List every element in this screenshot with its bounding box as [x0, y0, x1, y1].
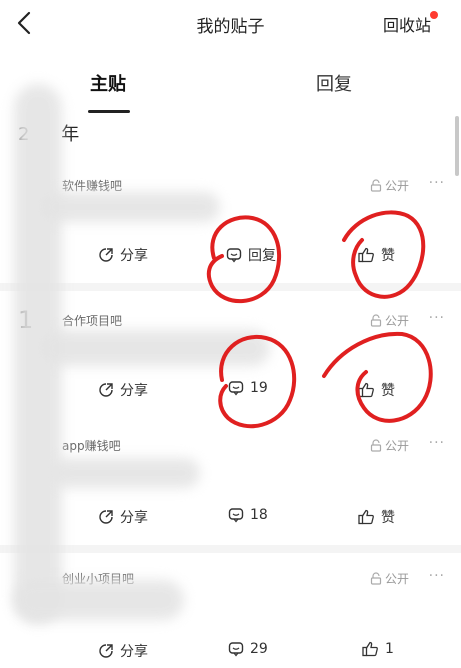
- more-icon[interactable]: ···: [429, 310, 445, 326]
- lock-icon: [370, 572, 382, 585]
- reply-button[interactable]: 18: [228, 507, 268, 523]
- visibility-badge: 公开: [370, 177, 409, 194]
- thumbs-up-icon: [358, 509, 374, 525]
- tab-bar: 主贴 回复: [0, 64, 461, 114]
- like-button[interactable]: 赞: [358, 507, 395, 527]
- comment-icon: [228, 508, 244, 523]
- more-icon[interactable]: ···: [429, 435, 445, 451]
- comment-icon: [228, 381, 244, 396]
- redaction-smudge: [50, 458, 200, 488]
- thumbs-up-icon: [362, 641, 378, 657]
- share-icon: [99, 644, 113, 658]
- divider: [0, 283, 461, 291]
- tab-replies[interactable]: 回复: [316, 70, 352, 96]
- visibility-badge: 公开: [370, 437, 409, 454]
- reply-count: 29: [250, 641, 268, 657]
- thumbs-up-icon: [358, 382, 374, 398]
- reply-button[interactable]: 19: [228, 380, 268, 396]
- more-icon[interactable]: ···: [429, 568, 445, 584]
- share-button[interactable]: 分享: [98, 641, 148, 661]
- share-label: 分享: [120, 510, 148, 526]
- like-label: 赞: [381, 383, 395, 399]
- like-button[interactable]: 赞: [358, 245, 395, 265]
- visibility-label: 公开: [384, 314, 409, 328]
- redaction-smudge: [14, 580, 184, 620]
- redaction-smudge: [40, 330, 270, 366]
- like-button[interactable]: 1: [362, 641, 394, 657]
- lock-icon: [370, 179, 382, 192]
- forum-name[interactable]: 合作项目吧: [62, 312, 122, 329]
- reply-count: 19: [250, 380, 268, 396]
- top-bar: 我的贴子 回收站: [0, 0, 461, 46]
- scrollbar[interactable]: [455, 116, 459, 176]
- like-label: 1: [385, 641, 394, 657]
- tab-active-indicator: [88, 110, 130, 113]
- like-button[interactable]: 赞: [358, 380, 395, 400]
- share-icon: [99, 510, 113, 524]
- date-header-suffix: 年: [61, 124, 80, 145]
- forum-name[interactable]: app赚钱吧: [62, 437, 121, 454]
- share-label: 分享: [120, 644, 148, 660]
- visibility-badge: 公开: [370, 312, 409, 329]
- thumbs-up-icon: [358, 247, 374, 263]
- share-button[interactable]: 分享: [98, 380, 148, 400]
- annotation-circle: [322, 331, 433, 423]
- lock-icon: [370, 439, 382, 452]
- visibility-label: 公开: [384, 179, 409, 193]
- share-icon: [99, 383, 113, 397]
- like-label: 赞: [381, 510, 395, 526]
- share-button[interactable]: 分享: [98, 507, 148, 527]
- visibility-badge: 公开: [370, 570, 409, 587]
- share-button[interactable]: 分享: [98, 245, 148, 265]
- reply-count: 回复: [248, 248, 276, 264]
- comment-icon: [226, 248, 242, 263]
- share-label: 分享: [120, 248, 148, 264]
- lock-icon: [370, 314, 382, 327]
- reply-button[interactable]: 29: [228, 641, 268, 657]
- recycle-bin-button[interactable]: 回收站: [383, 12, 431, 36]
- reply-count: 18: [250, 507, 268, 523]
- redaction-smudge: [40, 192, 220, 222]
- divider: [0, 545, 461, 553]
- reply-button[interactable]: 回复: [226, 245, 276, 265]
- share-label: 分享: [120, 383, 148, 399]
- visibility-label: 公开: [384, 439, 409, 453]
- more-icon[interactable]: ···: [429, 175, 445, 191]
- notification-dot: [430, 11, 438, 19]
- tab-main-posts[interactable]: 主贴: [90, 70, 126, 96]
- share-icon: [99, 248, 113, 262]
- visibility-label: 公开: [384, 572, 409, 586]
- like-label: 赞: [381, 248, 395, 264]
- comment-icon: [228, 642, 244, 657]
